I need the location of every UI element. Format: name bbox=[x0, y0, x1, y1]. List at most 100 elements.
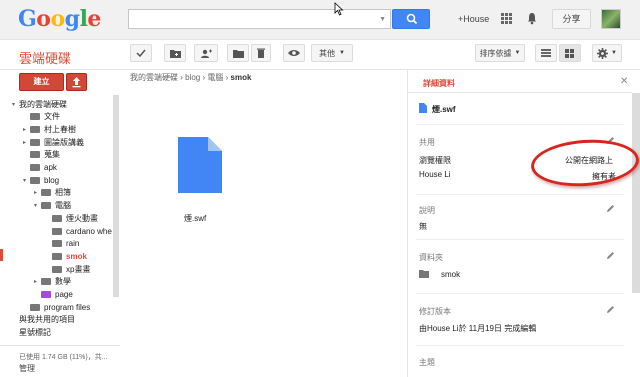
details-title: 詳細資料 bbox=[423, 79, 455, 88]
close-icon[interactable]: ✕ bbox=[620, 76, 628, 87]
sidebar-item-label: 數學 bbox=[55, 277, 71, 287]
sidebar-item[interactable]: ▾ 電腦 bbox=[34, 200, 71, 212]
search-icon bbox=[406, 13, 418, 25]
user-profile-link[interactable]: +House bbox=[458, 14, 489, 24]
google-logo[interactable]: Google bbox=[18, 6, 101, 32]
sidebar-item[interactable]: 星號標記 bbox=[12, 327, 51, 339]
folder-value[interactable]: smok bbox=[441, 270, 460, 279]
owner-name: House Li bbox=[419, 170, 451, 179]
folder-icon bbox=[232, 49, 244, 58]
sidebar-item[interactable]: apk bbox=[23, 162, 57, 174]
sidebar-item-label: apk bbox=[44, 163, 57, 172]
sidebar-item-label: 相簿 bbox=[55, 188, 71, 198]
sidebar-item-label: blog bbox=[44, 175, 60, 185]
revisions-value: 由House Li於 11月19日 完成編輯 bbox=[419, 324, 537, 333]
preview-button[interactable] bbox=[283, 44, 305, 62]
breadcrumb-current: smok bbox=[230, 73, 252, 82]
chevron-down-icon: ▼ bbox=[514, 50, 521, 56]
sidebar-item[interactable]: ▸ 相簿 bbox=[34, 187, 71, 199]
settings-button[interactable]: ▼ bbox=[592, 44, 622, 62]
expand-toggle-icon[interactable]: ▾ bbox=[12, 101, 19, 108]
sidebar-item[interactable]: ▸ 村上春樹 bbox=[23, 123, 76, 135]
trash-icon bbox=[257, 48, 265, 58]
expand-toggle-icon[interactable]: ▸ bbox=[34, 278, 41, 285]
edit-pencil-icon[interactable] bbox=[606, 204, 615, 213]
select-all-button[interactable] bbox=[130, 44, 152, 62]
shared-folder-icon bbox=[52, 214, 62, 222]
details-scrollbar[interactable] bbox=[632, 93, 640, 293]
sidebar-item-label: 星號標記 bbox=[19, 328, 51, 338]
more-actions-menu[interactable]: 其他 ▼ bbox=[311, 44, 353, 62]
breadcrumb-item[interactable]: 電腦 bbox=[207, 73, 223, 82]
new-folder-button[interactable] bbox=[164, 44, 186, 62]
sidebar-item-label: 我的雲端硬碟 bbox=[19, 99, 67, 109]
sidebar-item-label: smok bbox=[66, 251, 87, 261]
gear-icon bbox=[597, 47, 609, 59]
share-person-button[interactable] bbox=[194, 44, 218, 62]
grid-view-button[interactable] bbox=[559, 44, 581, 62]
sharing-label: 共用 bbox=[419, 138, 435, 147]
checkmark-icon bbox=[136, 49, 146, 57]
sidebar-item-label: 電腦 bbox=[55, 201, 71, 211]
expand-toggle-icon[interactable]: ▾ bbox=[34, 202, 41, 209]
sidebar-item-label: xp畫畫 bbox=[66, 264, 91, 274]
breadcrumb-item[interactable]: 我的雲端硬碟 bbox=[130, 73, 178, 82]
sidebar-item-label: 蒐集 bbox=[44, 150, 60, 160]
sidebar-item[interactable]: 文件 bbox=[23, 111, 60, 123]
shared-folder-icon bbox=[419, 270, 429, 278]
sidebar-item[interactable]: ▾ blog bbox=[23, 174, 59, 186]
search-button[interactable] bbox=[392, 9, 430, 29]
eye-icon bbox=[288, 50, 300, 56]
shared-folder-icon bbox=[52, 227, 62, 235]
sidebar-scrollbar[interactable] bbox=[113, 95, 119, 297]
move-to-folder-button[interactable] bbox=[227, 44, 249, 62]
expand-toggle-icon[interactable]: ▸ bbox=[23, 126, 30, 133]
folder-icon bbox=[30, 125, 40, 133]
sidebar-item[interactable]: ▸ 圖論版講義 bbox=[23, 136, 84, 148]
sidebar-item[interactable]: ▸ 數學 bbox=[34, 276, 71, 288]
expand-toggle-icon[interactable]: ▾ bbox=[23, 177, 30, 184]
expand-toggle-icon[interactable]: ▸ bbox=[23, 139, 30, 146]
sidebar-item[interactable]: cardano whe bbox=[45, 225, 112, 237]
edit-pencil-icon[interactable] bbox=[606, 251, 615, 260]
breadcrumb-item[interactable]: blog bbox=[185, 73, 200, 82]
sidebar-item[interactable]: 蒐集 bbox=[23, 149, 60, 161]
details-divider bbox=[416, 293, 624, 294]
sidebar-item[interactable]: 煙火動畫 bbox=[45, 212, 98, 224]
file-name[interactable]: 煙.swf bbox=[184, 213, 206, 224]
shared-folder-icon bbox=[30, 151, 40, 159]
sidebar-item-label: page bbox=[55, 290, 73, 299]
list-view-button[interactable] bbox=[535, 44, 557, 62]
sidebar-item[interactable]: smok bbox=[45, 250, 87, 262]
file-document-icon[interactable] bbox=[178, 137, 222, 193]
grid-view-icon bbox=[565, 48, 574, 58]
manage-storage-link[interactable]: 管理 bbox=[19, 363, 35, 374]
active-item-indicator bbox=[0, 249, 3, 261]
shared-folder-icon bbox=[52, 240, 62, 248]
sidebar-item[interactable]: 與我共用的項目 bbox=[12, 314, 75, 326]
chevron-down-icon: ▼ bbox=[339, 50, 345, 56]
avatar[interactable] bbox=[601, 9, 621, 29]
sidebar-item-label: rain bbox=[66, 239, 80, 249]
sidebar-item[interactable]: page bbox=[34, 289, 73, 301]
app-title: 雲端硬碟 bbox=[19, 51, 72, 66]
apps-grid-icon[interactable] bbox=[501, 13, 512, 24]
edit-pencil-icon[interactable] bbox=[606, 305, 615, 314]
sidebar-item-label: 與我共用的項目 bbox=[19, 315, 75, 325]
search-options-icon[interactable]: ▼ bbox=[379, 16, 386, 23]
share-button[interactable]: 分享 bbox=[552, 9, 591, 29]
delete-button[interactable] bbox=[251, 44, 271, 62]
details-divider bbox=[416, 239, 624, 240]
sort-menu[interactable]: 排序依據 ▼ bbox=[475, 44, 525, 62]
sidebar-item[interactable]: ▾ 我的雲端硬碟 bbox=[12, 98, 67, 110]
sidebar-item[interactable]: rain bbox=[45, 238, 79, 250]
sidebar-divider bbox=[0, 345, 120, 346]
visibility-label: 瀏覽權限 bbox=[419, 156, 451, 165]
folder-icon bbox=[30, 303, 40, 311]
notifications-bell-icon[interactable] bbox=[527, 12, 537, 25]
expand-toggle-icon[interactable]: ▸ bbox=[34, 189, 41, 196]
shared-folder-icon bbox=[41, 189, 51, 197]
search-input[interactable]: ▼ bbox=[128, 9, 391, 29]
sidebar-item[interactable]: program files bbox=[23, 301, 90, 313]
sidebar-item[interactable]: xp畫畫 bbox=[45, 263, 90, 275]
